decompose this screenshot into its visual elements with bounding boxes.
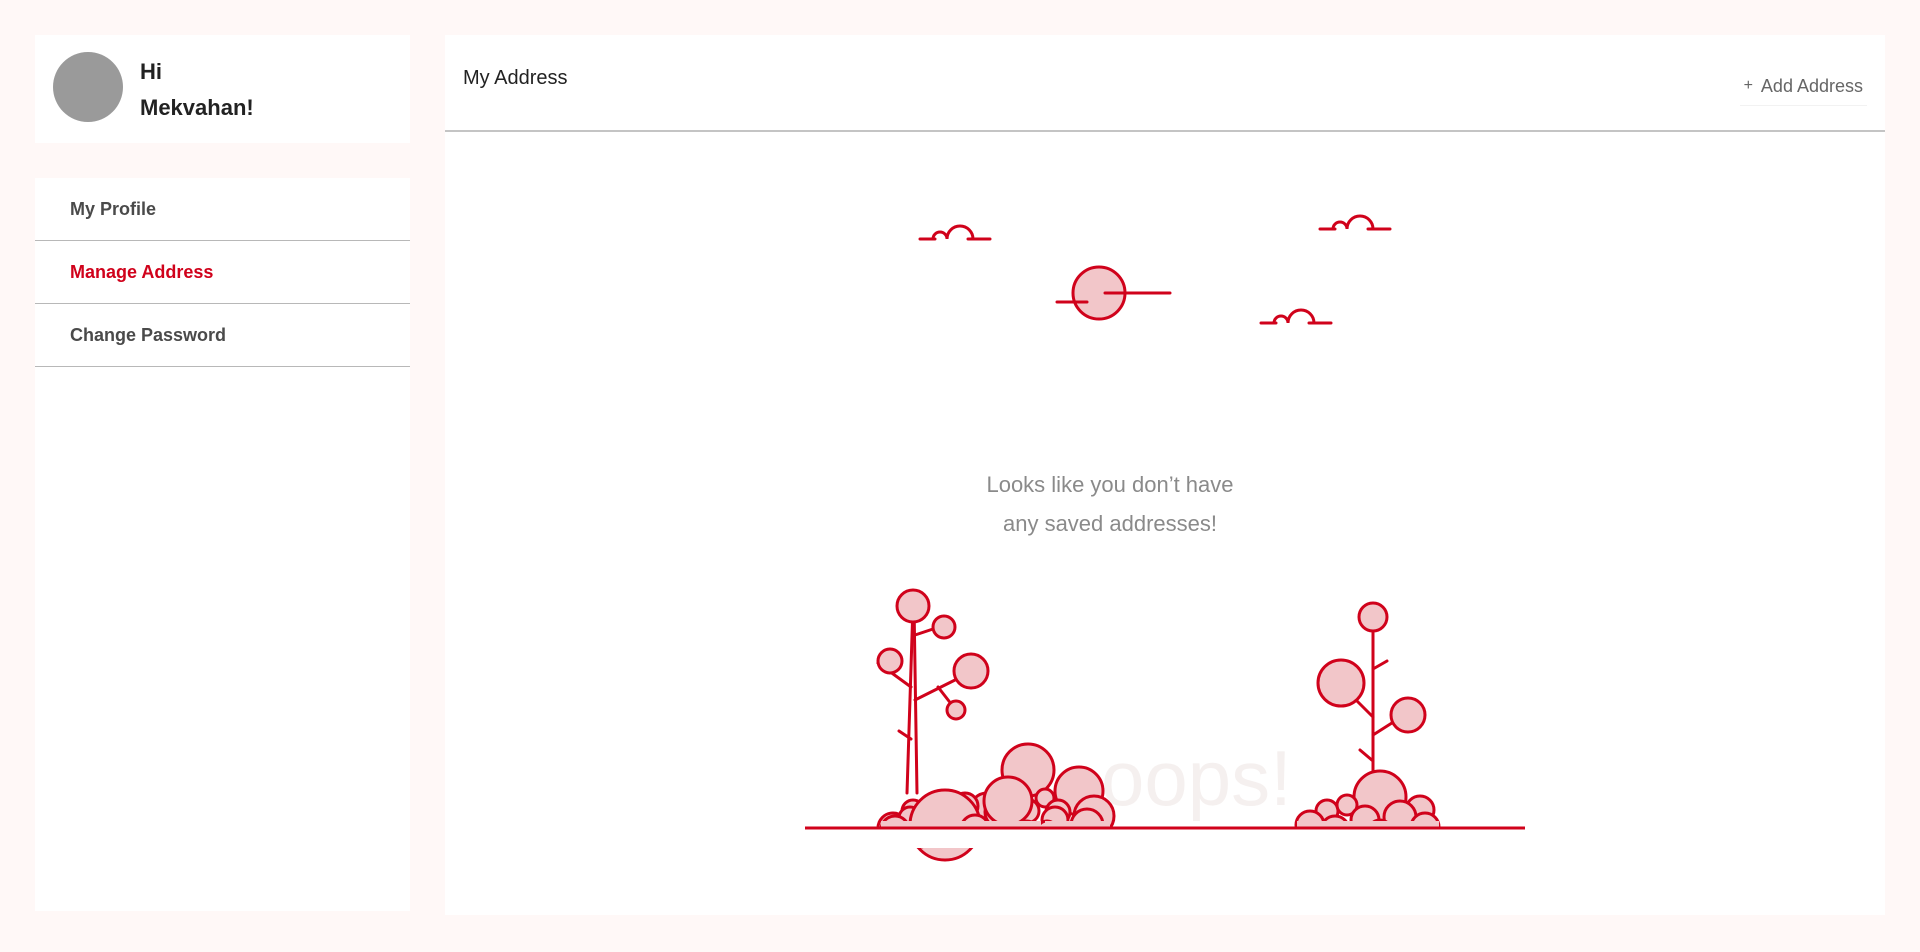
tree-icon	[1316, 601, 1427, 777]
side-menu: My Profile Manage Address Change Passwor…	[35, 178, 410, 911]
main-panel: My Address + Add Address oops! Looks lik…	[445, 35, 1885, 915]
greeting-name: Mekvahan!	[140, 95, 254, 120]
greeting: Hi Mekvahan!	[140, 54, 254, 126]
empty-state-message: Looks like you don’t have any saved addr…	[900, 465, 1320, 543]
menu-item-manage-address[interactable]: Manage Address	[35, 241, 410, 304]
cloud-icon	[1259, 308, 1333, 325]
cloud-icon	[1318, 214, 1392, 231]
oops-watermark: oops!	[1101, 734, 1292, 822]
tree-icon	[876, 588, 990, 795]
profile-card: Hi Mekvahan!	[35, 35, 410, 143]
empty-state-line-1: Looks like you don’t have	[986, 472, 1234, 497]
greeting-hi: Hi	[140, 59, 162, 84]
cloud-icon	[918, 224, 992, 241]
avatar	[53, 52, 123, 122]
menu-item-change-password[interactable]: Change Password	[35, 304, 410, 367]
empty-state-line-2: any saved addresses!	[1002, 511, 1218, 536]
sun-icon	[1055, 265, 1172, 321]
menu-item-my-profile[interactable]: My Profile	[35, 178, 410, 241]
